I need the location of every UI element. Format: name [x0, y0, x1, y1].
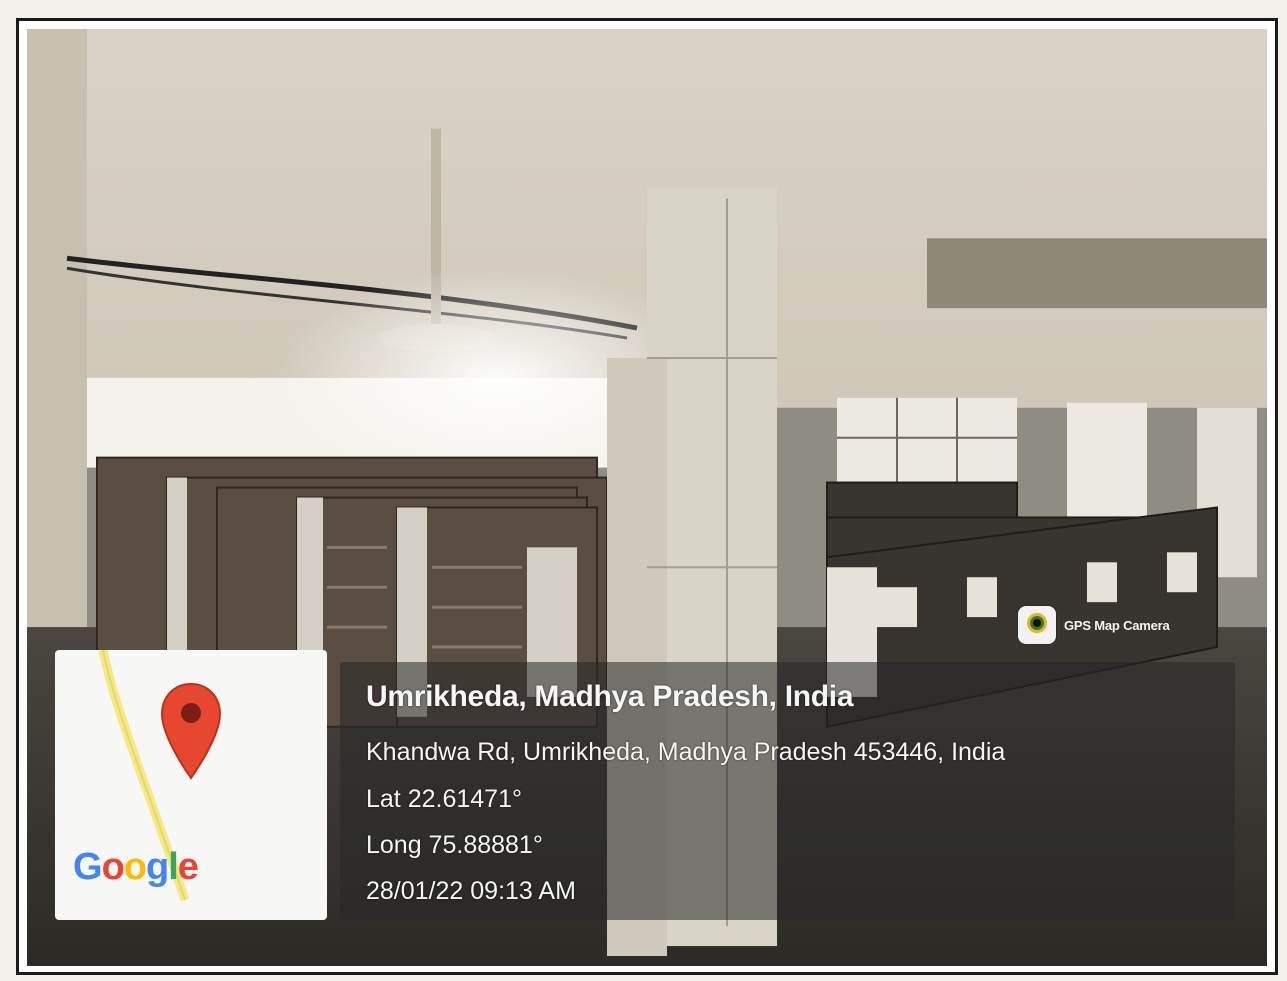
gps-camera-icon	[1018, 606, 1056, 644]
location-title: Umrikheda, Madhya Pradesh, India	[366, 680, 854, 713]
gps-map-camera-badge: GPS Map Camera	[1018, 606, 1170, 644]
location-info-panel: Umrikheda, Madhya Pradesh, India Khandwa…	[340, 662, 1235, 920]
map-thumbnail: Google	[55, 650, 327, 920]
geotag-overlay: Google Umrikheda, Madhya Pradesh, India …	[55, 650, 1235, 940]
gps-app-name: GPS Map Camera	[1064, 617, 1170, 633]
longitude-text: Long 75.88881°	[366, 831, 543, 859]
location-address: Khandwa Rd, Umrikheda, Madhya Pradesh 45…	[366, 738, 1006, 766]
latitude-text: Lat 22.61471°	[366, 785, 522, 813]
datetime-text: 28/01/22 09:13 AM	[366, 877, 576, 905]
google-logo: Google	[73, 846, 199, 888]
map-pin-icon	[160, 682, 222, 780]
